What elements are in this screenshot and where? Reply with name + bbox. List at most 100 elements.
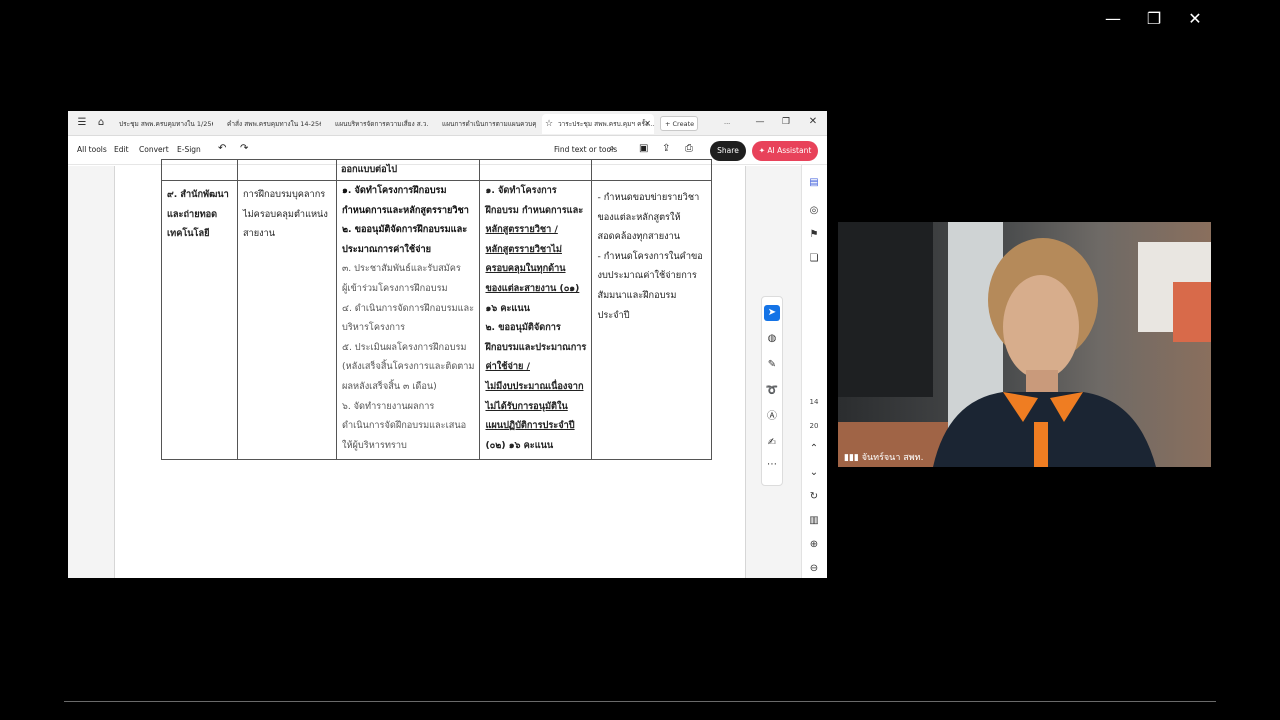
home-icon[interactable]: ⌂ [93, 115, 109, 131]
find-text-button[interactable]: Find text or tools [554, 145, 617, 154]
tab-close-icon[interactable]: ✕ [644, 114, 651, 134]
process-line: กำหนดการและหลักสูตรรายวิชา [342, 204, 469, 216]
risk-factor-line: ของแต่ละสายงาน (๐๑) [485, 282, 580, 294]
tab-bar: ☰ ⌂ ประชุม สพพ.ครบคุมทางใน 1/2568 คำสั่ง… [68, 111, 827, 136]
more-icon[interactable]: ··· [724, 114, 738, 134]
document-table: ออกแบบต่อไป ๙. สำนักพัฒนา และถ่ายทอด เทค… [161, 159, 713, 461]
screen: — ❐ ✕ ☰ ⌂ ประชุม สพพ.ครบคุมทางใน 1/2568 … [0, 0, 1280, 720]
risk-factor-line: (๐๒) ๑๖ คะแนน [485, 439, 554, 451]
process-line: ๕. ประเมินผลโครงการฝึกอบรม [342, 341, 467, 353]
risk-factor-cell: ๑. จัดทำโครงการฝึกอบรม กำหนดการและหลักสู… [479, 179, 593, 461]
risk-factor-line: ฝึกอบรมและประมาณการ [485, 341, 587, 353]
process-line: ๖. จัดทำรายงานผลการ [342, 400, 435, 412]
control-line: สัมมนาและฝึกอบรม [597, 289, 677, 301]
redo-icon[interactable]: ↷ [240, 143, 248, 154]
department-line: และถ่ายทอด [167, 208, 218, 220]
save-icon[interactable]: ▣ [639, 143, 648, 154]
esign-button[interactable]: E-Sign [177, 145, 201, 154]
print-icon[interactable]: ⎙ [685, 143, 693, 154]
tab-5-active[interactable]: ☆ วาระประชุม สพพ.ครบ.คุมฯ ครั้ง... ✕ [542, 114, 654, 134]
process-line: ผู้เข้าร่วมโครงการฝึกอบรม [342, 282, 448, 294]
risk-factor-line: ๒. ขออนุมัติจัดการ [485, 322, 561, 334]
plus-icon: + [665, 120, 673, 128]
control-line: ของแต่ละหลักสูตรให้ [597, 211, 681, 223]
table-cell [591, 159, 713, 181]
control-line: - กำหนดโครงการในคำขอ [597, 250, 703, 262]
restore-button[interactable]: ❐ [1143, 8, 1165, 30]
webcam-feed: ▮▮▮ จันทร์จนา สพท. [838, 222, 1211, 467]
current-page-number[interactable]: 14 [803, 398, 825, 406]
edit-button[interactable]: Edit [114, 145, 129, 154]
lasso-icon[interactable]: ➰ [764, 383, 780, 399]
table-cell [237, 159, 337, 181]
floating-toolbar: ➤ ◍ ✎ ➰ Ⓐ ✍ ⋯ [761, 296, 783, 486]
risk-factor-line: แผนปฏิบัติการประจำปี [485, 420, 575, 432]
pen-icon[interactable]: ✎ [764, 357, 780, 373]
signal-icon: ▮▮▮ [844, 453, 862, 463]
tab-2[interactable]: คำสั่ง สพพ.ครบคุมทางใน 14-2568... [223, 114, 321, 134]
zoom-out-icon[interactable]: ⊖ [806, 561, 822, 577]
undo-icon[interactable]: ↶ [218, 143, 226, 154]
department-line: ๙. สำนักพัฒนา [167, 189, 229, 200]
process-line: บริหารโครงการ [342, 322, 406, 334]
create-tab-button[interactable]: + Create [660, 116, 698, 131]
process-line: ๒. ขออนุมัติจัดการฝึกอบรมและ [342, 224, 468, 236]
text-box-icon[interactable]: Ⓐ [764, 409, 780, 425]
right-rail: ▤ ◎ ⚑ ❏ ⌃ ⌄ ↻ ▥ ⊕ ⊖ [801, 165, 827, 578]
webcam-image [838, 222, 1211, 467]
tab-3[interactable]: แผนบริหารจัดการความเสี่ยง ส.ว.ก. ... [331, 114, 429, 134]
risk-line: ไม่ครอบคลุมตำแหน่ง [243, 208, 328, 220]
risk-factor-line: ๑. จัดทำโครงการ [485, 185, 557, 196]
divider [64, 701, 1216, 702]
process-cell: ๑. จัดทำโครงการฝึกอบรม กำหนดการและหลักสูต… [335, 179, 481, 461]
ai-assistant-button[interactable]: ✦ AI Assistant [752, 141, 818, 161]
comment-icon[interactable]: ◍ [764, 331, 780, 347]
close-button[interactable]: ✕ [1184, 8, 1206, 30]
zoom-in-icon[interactable]: ⊕ [806, 537, 822, 553]
table-row: ออกแบบต่อไป [161, 159, 713, 181]
table-cell [161, 159, 238, 181]
table-cell [479, 159, 593, 181]
search-icon[interactable]: ⌕ [609, 143, 615, 154]
tab-1[interactable]: ประชุม สพพ.ครบคุมทางใน 1/2568 [115, 114, 213, 134]
acrobat-restore-icon[interactable]: ❐ [778, 114, 794, 130]
organize-icon[interactable]: ▤ [806, 175, 822, 191]
select-cursor-icon[interactable]: ➤ [764, 305, 780, 321]
department-line: เทคโนโลยี [167, 228, 210, 240]
table-row: ๙. สำนักพัฒนา และถ่ายทอด เทคโนโลยี การฝึ… [161, 179, 713, 461]
convert-button[interactable]: Convert [139, 145, 169, 154]
acrobat-minimize-icon[interactable]: — [752, 114, 768, 130]
acrobat-close-icon[interactable]: ✕ [805, 114, 821, 130]
pages-icon[interactable]: ❏ [806, 251, 822, 267]
star-icon[interactable]: ☆ [545, 114, 553, 134]
page-view-icon[interactable]: ▥ [806, 513, 822, 529]
signature-icon[interactable]: ✍ [764, 435, 780, 451]
upload-cloud-icon[interactable]: ⇪ [662, 143, 670, 154]
page-up-icon[interactable]: ⌃ [806, 441, 822, 457]
process-line: ประมาณการค่าใช้จ่าย [342, 243, 432, 255]
all-tools-button[interactable]: All tools [77, 145, 107, 154]
bookmark-icon[interactable]: ⚑ [806, 227, 822, 243]
risk-cell: การฝึกอบรมบุคลากร ไม่ครอบคลุมตำแหน่ง สาย… [237, 179, 337, 461]
risk-factor-line: ฝึกอบรม กำหนดการและ [485, 204, 584, 216]
tab-4[interactable]: แผนการดำเนินการตามแผนควบคุมภายใน... [438, 114, 536, 134]
control-line: ประจำปี [597, 309, 630, 321]
risk-factor-line: หลักสูตรรายวิชา / [485, 224, 558, 236]
risk-factor-line: ค่าใช้จ่าย / [485, 361, 530, 373]
minimize-button[interactable]: — [1102, 8, 1124, 30]
ai-assistant-label: AI Assistant [767, 146, 812, 155]
create-label: Create [672, 120, 695, 128]
more-tools-icon[interactable]: ⋯ [764, 457, 780, 473]
menu-icon[interactable]: ☰ [74, 115, 90, 131]
risk-factor-line: ไม่ได้รับการอนุมัติใน [485, 400, 568, 412]
risk-factor-line: ๑๖ คะแนน [485, 302, 530, 314]
page-down-icon[interactable]: ⌄ [806, 465, 822, 481]
share-button[interactable]: Share [710, 141, 746, 161]
control-cell: - กำหนดขอบข่ายรายวิชา ของแต่ละหลักสูตรให… [591, 179, 713, 461]
process-line: ๓. ประชาสัมพันธ์และรับสมัคร [342, 263, 461, 275]
acrobat-window: ☰ ⌂ ประชุม สพพ.ครบคุมทางใน 1/2568 คำสั่ง… [68, 111, 827, 578]
rotate-icon[interactable]: ↻ [806, 489, 822, 505]
process-line: ให้ผู้บริหารทราบ [342, 439, 407, 451]
control-line: - กำหนดขอบข่ายรายวิชา [597, 192, 700, 203]
comments-panel-icon[interactable]: ◎ [806, 203, 822, 219]
